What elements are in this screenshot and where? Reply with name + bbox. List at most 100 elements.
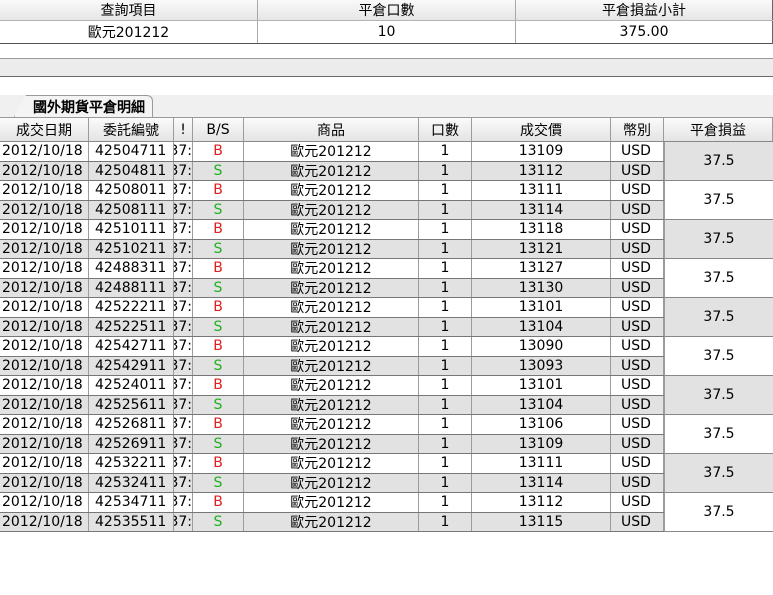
cell-lots: 1 [419, 512, 472, 531]
table-row[interactable]: 2012/10/184253221137:B歐元201212113111USD [0, 454, 773, 474]
cell-time: 37: [174, 473, 193, 492]
table-row[interactable]: 2012/10/184250481137:S歐元201212113112USD [0, 161, 773, 181]
cell-currency: USD [611, 356, 664, 375]
table-row[interactable]: 2012/10/184253471137:B歐元201212113112USD [0, 493, 773, 513]
cell-time: 37: [174, 181, 193, 200]
cell-product: 歐元201212 [244, 356, 419, 375]
cell-order-number: 42510211 [89, 239, 174, 258]
summary-header-row: 查詢項目 平倉口數 平倉損益小計 [0, 0, 773, 21]
cell-buy-sell: S [193, 395, 244, 414]
col-header-product[interactable]: 商品 [244, 118, 419, 141]
table-row[interactable]: 2012/10/184252251137:S歐元201212113104USD [0, 317, 773, 337]
cell-lots: 1 [419, 142, 472, 161]
cell-order-number: 42525611 [89, 395, 174, 414]
table-row[interactable]: 2012/10/184252561137:S歐元201212113104USD [0, 395, 773, 415]
col-header-lots[interactable]: 口數 [419, 118, 472, 141]
cell-time: 37: [174, 415, 193, 434]
cell-trade-date: 2012/10/18 [0, 415, 89, 434]
table-row[interactable]: 2012/10/184250471137:B歐元201212113109USD [0, 142, 773, 162]
table-row[interactable]: 2012/10/184252221137:B歐元201212113101USD [0, 298, 773, 318]
detail-rows: 2012/10/184250471137:B歐元201212113109USD2… [0, 142, 773, 532]
cell-buy-sell: S [193, 356, 244, 375]
summary-header-pnl-subtotal[interactable]: 平倉損益小計 [516, 0, 773, 20]
close-pnl-column: 37.5 37.5 37.5 37.5 37.5 37.5 37.5 37.5 37.5 37.5 [664, 142, 773, 532]
summary-header-lots[interactable]: 平倉口數 [258, 0, 516, 20]
table-row[interactable]: 2012/10/184250801137:B歐元201212113111USD [0, 181, 773, 201]
col-header-currency[interactable]: 幣別 [611, 118, 664, 141]
cell-price: 13104 [472, 395, 611, 414]
cell-time: 37: [174, 298, 193, 317]
detail-table: 成交日期 委託編號 ! B/S 商品 口數 成交價 幣別 平倉損益 2012/1… [0, 117, 773, 532]
cell-product: 歐元201212 [244, 395, 419, 414]
cell-lots: 1 [419, 181, 472, 200]
cell-time: 37: [174, 337, 193, 356]
summary-header-query-item[interactable]: 查詢項目 [0, 0, 258, 20]
cell-order-number: 42522511 [89, 317, 174, 336]
cell-lots: 1 [419, 337, 472, 356]
cell-trade-date: 2012/10/18 [0, 161, 89, 180]
cell-currency: USD [611, 317, 664, 336]
cell-order-number: 42532411 [89, 473, 174, 492]
cell-trade-date: 2012/10/18 [0, 356, 89, 375]
cell-trade-date: 2012/10/18 [0, 200, 89, 219]
table-row[interactable]: 2012/10/184254271137:B歐元201212113090USD [0, 337, 773, 357]
tab-foreign-futures-close-detail[interactable]: 國外期貨平倉明細 [14, 95, 153, 117]
table-row[interactable]: 2012/10/184248831137:B歐元201212113127USD [0, 259, 773, 279]
cell-product: 歐元201212 [244, 220, 419, 239]
cell-product: 歐元201212 [244, 376, 419, 395]
cell-order-number: 42532211 [89, 454, 174, 473]
cell-time: 37: [174, 434, 193, 453]
cell-currency: USD [611, 259, 664, 278]
cell-trade-date: 2012/10/18 [0, 512, 89, 531]
cell-lots: 1 [419, 200, 472, 219]
cell-price: 13109 [472, 434, 611, 453]
cell-product: 歐元201212 [244, 278, 419, 297]
cell-lots: 1 [419, 415, 472, 434]
col-header-buy-sell[interactable]: B/S [193, 118, 244, 141]
summary-lots: 10 [258, 21, 516, 43]
cell-currency: USD [611, 376, 664, 395]
cell-trade-date: 2012/10/18 [0, 142, 89, 161]
col-header-price[interactable]: 成交價 [472, 118, 611, 141]
cell-buy-sell: B [193, 376, 244, 395]
cell-product: 歐元201212 [244, 259, 419, 278]
summary-pnl-subtotal: 375.00 [516, 21, 773, 43]
close-pnl-cell: 37.5 [664, 220, 773, 259]
table-row[interactable]: 2012/10/184253551137:S歐元201212113115USD [0, 512, 773, 532]
cell-order-number: 42535511 [89, 512, 174, 531]
cell-lots: 1 [419, 278, 472, 297]
cell-order-number: 42542911 [89, 356, 174, 375]
summary-data-row[interactable]: 歐元201212 10 375.00 [0, 21, 773, 44]
table-row[interactable]: 2012/10/184254291137:S歐元201212113093USD [0, 356, 773, 376]
cell-time: 37: [174, 278, 193, 297]
col-header-time[interactable]: ! [174, 118, 193, 141]
close-pnl-cell: 37.5 [664, 415, 773, 454]
cell-buy-sell: S [193, 161, 244, 180]
cell-buy-sell: S [193, 239, 244, 258]
table-row[interactable]: 2012/10/184252681137:B歐元201212113106USD [0, 415, 773, 435]
cell-time: 37: [174, 493, 193, 512]
cell-currency: USD [611, 200, 664, 219]
cell-price: 13118 [472, 220, 611, 239]
cell-buy-sell: S [193, 200, 244, 219]
cell-currency: USD [611, 142, 664, 161]
cell-buy-sell: S [193, 278, 244, 297]
cell-price: 13106 [472, 415, 611, 434]
table-row[interactable]: 2012/10/184251011137:B歐元201212113118USD [0, 220, 773, 240]
table-row[interactable]: 2012/10/184250811137:S歐元201212113114USD [0, 200, 773, 220]
cell-order-number: 42524011 [89, 376, 174, 395]
table-row[interactable]: 2012/10/184251021137:S歐元201212113121USD [0, 239, 773, 259]
table-row[interactable]: 2012/10/184253241137:S歐元201212113114USD [0, 473, 773, 493]
cell-buy-sell: B [193, 493, 244, 512]
cell-trade-date: 2012/10/18 [0, 239, 89, 258]
cell-trade-date: 2012/10/18 [0, 220, 89, 239]
table-row[interactable]: 2012/10/184248811137:S歐元201212113130USD [0, 278, 773, 298]
cell-trade-date: 2012/10/18 [0, 395, 89, 414]
col-header-order-number[interactable]: 委託編號 [89, 118, 174, 141]
table-row[interactable]: 2012/10/184252691137:S歐元201212113109USD [0, 434, 773, 454]
table-row[interactable]: 2012/10/184252401137:B歐元201212113101USD [0, 376, 773, 396]
cell-time: 37: [174, 200, 193, 219]
cell-lots: 1 [419, 298, 472, 317]
col-header-close-pnl[interactable]: 平倉損益 [664, 118, 773, 141]
col-header-trade-date[interactable]: 成交日期 [0, 118, 89, 141]
